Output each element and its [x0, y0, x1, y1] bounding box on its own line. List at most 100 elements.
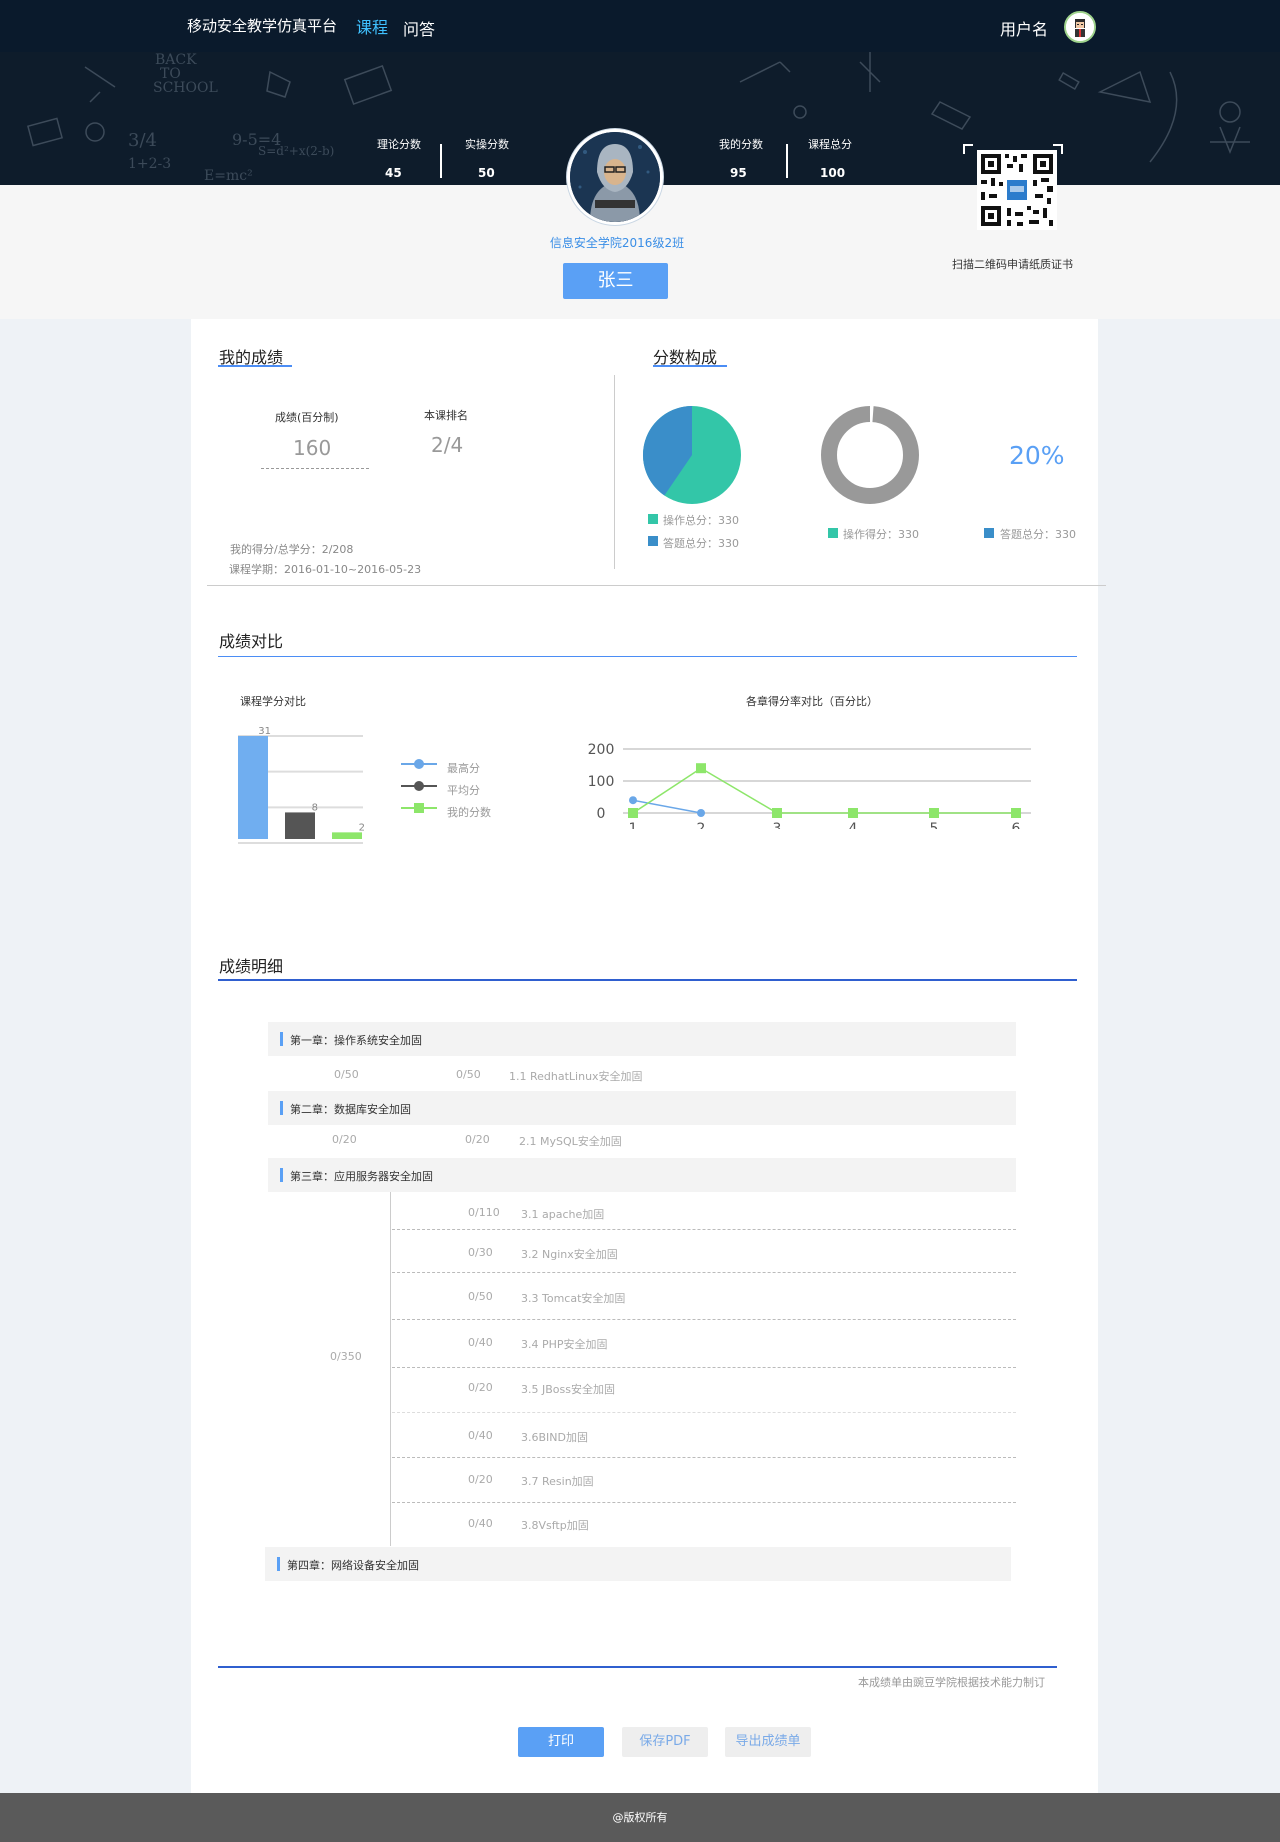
legend-swatch — [648, 514, 658, 524]
vertical-divider — [614, 375, 615, 569]
my-score-value: 95 — [730, 166, 747, 180]
nav-qa-link[interactable]: 问答 — [403, 16, 435, 40]
row-score: 0/110 — [468, 1206, 500, 1219]
row-name: 3.4 PHP安全加固 — [521, 1338, 608, 1351]
hundred-score-value: 160 — [293, 436, 332, 460]
print-button[interactable]: 打印 — [518, 1727, 604, 1757]
row-score: 0/20 — [468, 1381, 493, 1394]
student-name-button[interactable]: 张三 — [563, 263, 668, 299]
section-underline — [218, 979, 1077, 981]
chapter-marker — [280, 1101, 283, 1115]
main-card: 我的成绩 成绩(百分制) 160 本课排名 2/4 我的得分/总学分：2/208… — [191, 319, 1106, 1793]
chapter-1-header[interactable]: 第一章：操作系统安全加固 — [268, 1022, 1016, 1056]
chapter-4-title: 第四章：网络设备安全加固 — [287, 1559, 419, 1572]
detail-title: 成绩明细 — [219, 957, 284, 976]
export-transcript-button[interactable]: 导出成绩单 — [725, 1727, 811, 1757]
bar-value-label: 8 — [312, 802, 318, 813]
chapter-2-total: 0/20 — [332, 1133, 357, 1146]
save-pdf-button[interactable]: 保存PDF — [622, 1727, 708, 1757]
hundred-score-label: 成绩(百分制) — [275, 411, 339, 424]
bar-value-label: 2 — [359, 822, 365, 833]
row-name: 3.1 apache加固 — [521, 1208, 605, 1221]
row-divider — [392, 1272, 1016, 1273]
stat-divider — [786, 144, 788, 178]
row-name: 1.1 RedhatLinux安全加固 — [509, 1070, 643, 1083]
user-avatar[interactable] — [1064, 11, 1096, 43]
username[interactable]: 用户名 — [1000, 16, 1048, 40]
footer: @版权所有 — [0, 1793, 1280, 1842]
row-name: 3.7 Resin加固 — [521, 1475, 594, 1488]
legend-swatch — [828, 528, 838, 538]
series-point — [628, 808, 638, 818]
chapter-4-header[interactable]: 第四章：网络设备安全加固 — [265, 1547, 1011, 1581]
practice-score-label: 实操分数 — [465, 138, 509, 151]
series-point — [929, 808, 939, 818]
course-total-label: 课程总分 — [808, 138, 852, 151]
series-point — [1011, 808, 1021, 818]
row-score: 0/40 — [468, 1517, 493, 1530]
row-name: 3.5 JBoss安全加固 — [521, 1383, 615, 1396]
pie-chart — [642, 406, 741, 504]
legend-op-score: 操作得分：330 — [843, 528, 919, 541]
section-underline — [218, 656, 1077, 657]
donut-ring — [821, 406, 919, 504]
row-name: 3.8Vsftp加固 — [521, 1519, 589, 1532]
credit-text: 我的得分/总学分：2/208 — [230, 543, 354, 556]
student-photo-icon — [570, 132, 660, 222]
row-name: 2.1 MySQL安全加固 — [519, 1135, 622, 1148]
row-name: 3.2 Nginx安全加固 — [521, 1248, 618, 1261]
bar-2 — [332, 832, 362, 839]
theory-score-label: 理论分数 — [377, 138, 421, 151]
y-tick-label: 200 — [588, 742, 615, 758]
chapter-2-title: 第二章：数据库安全加固 — [290, 1103, 411, 1116]
bar-0 — [238, 736, 268, 839]
line-legend-icons — [401, 759, 437, 813]
row-divider — [392, 1412, 1016, 1413]
series-point — [772, 808, 782, 818]
row-divider — [392, 1457, 1016, 1458]
row-name: 3.6BIND加固 — [521, 1431, 588, 1444]
row-divider — [392, 1319, 1016, 1320]
credit-chart-title: 课程学分对比 — [240, 695, 306, 708]
legend-op-total: 操作总分：330 — [663, 514, 739, 527]
x-tick-label: 1 — [629, 821, 638, 829]
series-point — [848, 808, 858, 818]
theory-score-value: 45 — [385, 166, 402, 180]
chapter-1-total: 0/50 — [334, 1068, 359, 1081]
row-divider — [392, 1502, 1016, 1503]
qr-caption: 扫描二维码申请纸质证书 — [952, 258, 1073, 271]
chapter-3-header[interactable]: 第三章：应用服务器安全加固 — [268, 1158, 1016, 1192]
row-divider — [392, 1229, 1016, 1230]
x-tick-label: 6 — [1012, 821, 1021, 829]
my-score-label: 我的分数 — [719, 138, 763, 151]
legend-q-total: 答题总分：330 — [663, 537, 739, 550]
legend-mine: 我的分数 — [447, 806, 491, 819]
top-navbar: 移动安全教学仿真平台 课程 问答 用户名 — [0, 0, 1280, 52]
issuer-note: 本成绩单由豌豆学院根据技术能力制订 — [858, 1676, 1045, 1689]
x-tick-label: 2 — [697, 821, 706, 829]
rank-label: 本课排名 — [424, 409, 468, 422]
chapter-marker — [280, 1168, 283, 1182]
section-underline — [218, 365, 292, 367]
chapter-1-title: 第一章：操作系统安全加固 — [290, 1034, 422, 1047]
legend-max: 最高分 — [447, 762, 480, 775]
row-score: 0/50 — [468, 1290, 493, 1303]
term-text: 课程学期：2016-01-10~2016-05-23 — [229, 563, 422, 576]
chapter-3-title: 第三章：应用服务器安全加固 — [290, 1170, 433, 1183]
chapter-2-header[interactable]: 第二章：数据库安全加固 — [268, 1091, 1016, 1125]
row-score: 0/40 — [468, 1336, 493, 1349]
qr-code-icon[interactable] — [977, 150, 1057, 230]
legend-swatch — [648, 536, 658, 546]
bar-value-label: 31 — [258, 726, 271, 737]
series-line — [632, 767, 1016, 814]
legend-swatch — [984, 528, 994, 538]
nav-course-link[interactable]: 课程 — [356, 14, 388, 38]
row-score: 0/20 — [468, 1473, 493, 1486]
series-point — [629, 796, 637, 805]
y-tick-label: 100 — [588, 774, 615, 790]
y-tick-label: 0 — [597, 806, 606, 822]
platform-title[interactable]: 移动安全教学仿真平台 — [187, 15, 337, 36]
compare-title: 成绩对比 — [219, 632, 284, 651]
credit-bar-chart: 31 8 2 — [238, 726, 365, 844]
bar-1 — [285, 812, 315, 839]
